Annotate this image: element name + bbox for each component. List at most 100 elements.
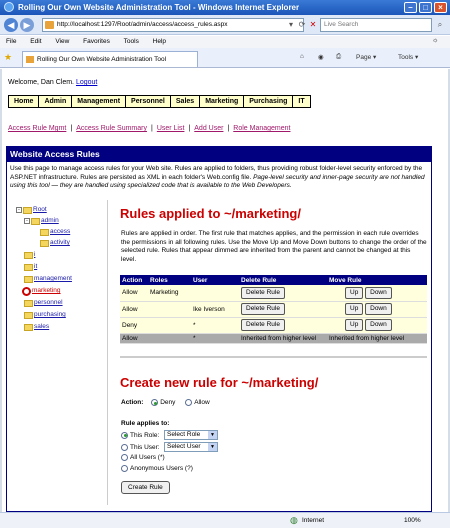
folder-icon bbox=[40, 228, 49, 236]
tree-node-sales[interactable]: sales bbox=[24, 322, 49, 332]
all-users-radio[interactable] bbox=[121, 453, 128, 461]
forward-button[interactable]: ▶ bbox=[20, 18, 34, 32]
menu-edit[interactable]: Edit bbox=[30, 38, 41, 45]
menu-favorites[interactable]: Favorites bbox=[83, 38, 110, 45]
print-icon[interactable]: ⎙ bbox=[336, 53, 341, 61]
action-label: Action: bbox=[121, 399, 144, 407]
this-role-option[interactable]: This Role: Select Role ▼ bbox=[121, 430, 218, 440]
zoom-level[interactable]: 100% bbox=[404, 513, 421, 528]
separator: | bbox=[227, 125, 230, 132]
collapse-icon[interactable]: - bbox=[24, 218, 30, 224]
tree-node-it[interactable]: it bbox=[24, 262, 37, 272]
tree-node-i[interactable]: i bbox=[24, 250, 35, 260]
folder-icon bbox=[31, 217, 40, 225]
move-down-button[interactable]: Down bbox=[365, 303, 392, 315]
menu-file[interactable]: File bbox=[6, 38, 16, 45]
move-down-button[interactable]: Down bbox=[365, 286, 392, 299]
nav-purchasing[interactable]: Purchasing bbox=[244, 96, 294, 107]
deny-radio[interactable] bbox=[151, 399, 159, 406]
address-bar[interactable]: http://localhost:1297/Root/admin/access/… bbox=[42, 18, 304, 32]
tree-node-marketing[interactable]: marketing bbox=[22, 286, 61, 296]
tree-node-root[interactable]: - Root bbox=[16, 205, 47, 215]
favorites-star-icon[interactable]: ★ bbox=[4, 52, 12, 63]
this-role-radio[interactable] bbox=[121, 431, 128, 439]
back-button[interactable]: ◀ bbox=[4, 18, 18, 32]
table-row[interactable]: Deny * Delete Rule Up Down bbox=[120, 317, 427, 334]
action-row: Action: Deny Allow bbox=[121, 399, 210, 406]
collapse-icon[interactable]: - bbox=[16, 207, 22, 213]
rule-roles bbox=[148, 317, 191, 334]
table-row[interactable]: Allow Ike Iverson Delete Rule Up Down bbox=[120, 301, 427, 318]
move-up-button[interactable]: Up bbox=[345, 303, 364, 315]
col-roles: Roles bbox=[148, 275, 191, 285]
link-access-rule-mgmt[interactable]: Access Rule Mgmt bbox=[8, 125, 66, 132]
nav-management[interactable]: Management bbox=[72, 96, 127, 107]
maximize-button[interactable]: □ bbox=[419, 2, 432, 13]
nav-sales[interactable]: Sales bbox=[170, 96, 201, 107]
link-add-user[interactable]: Add User bbox=[194, 125, 223, 132]
menu-tools[interactable]: Tools bbox=[124, 38, 139, 45]
delete-rule-button[interactable]: Delete Rule bbox=[241, 303, 285, 315]
link-user-list[interactable]: User List bbox=[157, 125, 185, 132]
allow-option[interactable]: Allow bbox=[185, 399, 210, 406]
folder-icon bbox=[24, 299, 33, 307]
move-up-button[interactable]: Up bbox=[345, 319, 364, 331]
minimize-button[interactable]: – bbox=[404, 2, 417, 13]
toolbar-extra-icon[interactable]: ☼ bbox=[432, 37, 438, 44]
rule-user: * bbox=[191, 333, 239, 344]
tree-node-purchasing[interactable]: purchasing bbox=[24, 310, 66, 320]
create-rule-button[interactable]: Create Rule bbox=[121, 481, 170, 494]
welcome-text: Welcome, Dan Clem. bbox=[8, 79, 75, 86]
sub-nav-links: Access Rule Mgmt | Access Rule Summary | Use… bbox=[8, 125, 290, 132]
table-row[interactable]: Allow Marketing Delete Rule Up Down bbox=[120, 285, 427, 302]
tree-node-access[interactable]: access bbox=[40, 227, 70, 237]
home-icon[interactable]: ⌂ bbox=[300, 53, 304, 60]
anon-users-radio[interactable] bbox=[121, 464, 128, 472]
search-input[interactable]: Live Search bbox=[320, 18, 432, 32]
rule-action: Allow bbox=[120, 285, 148, 302]
rule-action: Allow bbox=[120, 333, 148, 344]
nav-marketing[interactable]: Marketing bbox=[200, 96, 245, 107]
tree-node-admin[interactable]: - admin bbox=[24, 216, 59, 226]
nav-admin[interactable]: Admin bbox=[39, 96, 73, 107]
nav-home[interactable]: Home bbox=[9, 96, 40, 107]
nav-personnel[interactable]: Personnel bbox=[126, 96, 171, 107]
stop-icon[interactable]: ✕ bbox=[307, 19, 319, 31]
menu-view[interactable]: View bbox=[55, 38, 69, 45]
address-url: http://localhost:1297/Root/admin/access/… bbox=[57, 21, 228, 28]
anon-users-option[interactable]: Anonymous Users (?) bbox=[121, 464, 193, 474]
close-button[interactable]: × bbox=[434, 2, 447, 13]
move-up-button[interactable]: Up bbox=[345, 286, 364, 299]
rule-user: * bbox=[191, 317, 239, 334]
page-icon bbox=[45, 21, 54, 29]
menu-help[interactable]: Help bbox=[153, 38, 166, 45]
nav-it[interactable]: IT bbox=[293, 96, 310, 107]
delete-rule-button[interactable]: Delete Rule bbox=[241, 286, 285, 299]
this-user-radio[interactable] bbox=[121, 443, 128, 451]
tree-node-personnel[interactable]: personnel bbox=[24, 298, 63, 308]
logout-link[interactable]: Logout bbox=[76, 79, 97, 86]
page-menu[interactable]: Page ▾ bbox=[356, 53, 376, 61]
this-user-option[interactable]: This User: Select User ▼ bbox=[121, 442, 218, 452]
tools-menu[interactable]: Tools ▾ bbox=[398, 53, 418, 61]
allow-radio[interactable] bbox=[185, 399, 193, 406]
link-access-rule-summary[interactable]: Access Rule Summary bbox=[76, 125, 147, 132]
applies-to-label: Rule applies to: bbox=[121, 420, 170, 427]
link-role-management[interactable]: Role Management bbox=[233, 125, 290, 132]
delete-rule-button[interactable]: Delete Rule bbox=[241, 319, 285, 331]
search-icon[interactable]: ⌕ bbox=[434, 19, 446, 31]
user-select[interactable]: Select User ▼ bbox=[164, 442, 218, 452]
feeds-icon[interactable]: ◉ bbox=[318, 53, 324, 61]
tree-node-management[interactable]: management bbox=[24, 274, 72, 284]
deny-option[interactable]: Deny bbox=[151, 399, 175, 406]
move-down-button[interactable]: Down bbox=[365, 319, 392, 331]
role-select[interactable]: Select Role ▼ bbox=[164, 430, 218, 440]
status-bar: ◍ Internet 100% bbox=[0, 512, 450, 528]
tree-node-activity[interactable]: activity bbox=[40, 238, 70, 248]
rule-roles bbox=[148, 333, 191, 344]
rules-header-row: Action Roles User Delete Rule Move Rule bbox=[120, 275, 427, 285]
browser-tab[interactable]: Rolling Our Own Website Administration T… bbox=[22, 51, 198, 67]
folder-icon bbox=[24, 251, 33, 259]
status-zone: Internet bbox=[302, 517, 325, 524]
all-users-option[interactable]: All Users (*) bbox=[121, 453, 165, 463]
